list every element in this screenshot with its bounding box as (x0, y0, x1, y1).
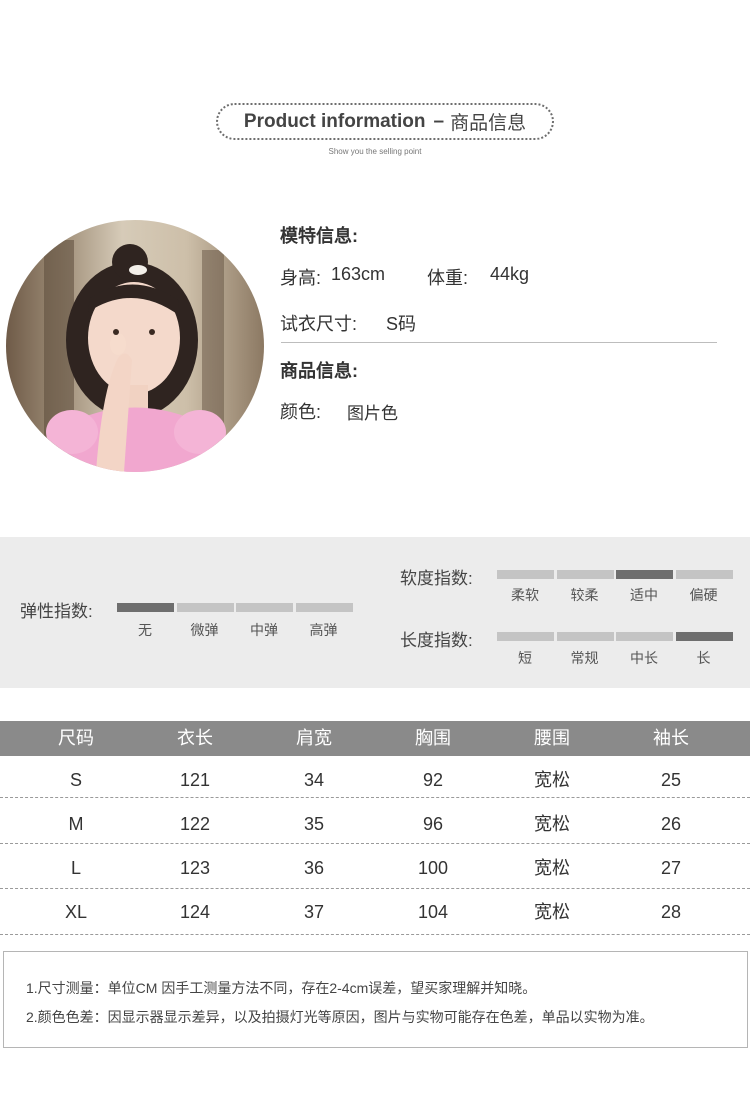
product-info-title: 商品信息: (280, 361, 358, 381)
table-cell-r4-c5: 宽松 (534, 902, 570, 922)
elasticity-index-label: 弹性指数: (20, 602, 93, 621)
section-subtitle: Show you the selling point (328, 147, 422, 156)
length-option-3: 中长 (630, 650, 658, 666)
note-measurement: 1.尺寸测量：单位CM 因手工测量方法不同，存在2-4cm误差，望买家理解并知晓… (26, 980, 537, 996)
table-cell-r2-c6: 26 (660, 814, 682, 834)
table-cell-r3-c5: 宽松 (534, 858, 570, 878)
length-bar-4 (675, 632, 733, 641)
table-row-divider (0, 934, 750, 935)
column-header-3: 肩宽 (296, 728, 332, 748)
size-table-header: 尺码 衣长 肩宽 胸围 腰围 袖长 (0, 721, 750, 756)
length-option-4: 长 (696, 650, 711, 666)
column-header-4: 胸围 (415, 728, 451, 748)
length-bar-2 (556, 632, 614, 641)
title-chinese: 商品信息 (450, 113, 527, 134)
elasticity-bar-4 (295, 603, 353, 612)
table-cell-r4-c4: 104 (417, 902, 449, 922)
table-cell-r4-c3: 37 (303, 902, 325, 922)
table-cell-r1-c2: 121 (179, 770, 211, 790)
table-cell-r1-c6: 25 (660, 770, 682, 790)
table-cell-r2-c2: 122 (179, 814, 211, 834)
softness-index-label: 软度指数: (400, 569, 473, 588)
column-header-6: 袖长 (653, 728, 689, 748)
length-index-label: 长度指数: (400, 631, 473, 650)
table-cell-r4-c1: XL (64, 902, 88, 922)
table-cell-r2-c5: 宽松 (534, 814, 570, 834)
elasticity-option-1: 无 (138, 622, 152, 638)
table-row-divider (0, 797, 750, 798)
elasticity-option-3: 中弹 (250, 622, 278, 638)
table-cell-r3-c1: L (70, 858, 81, 878)
table-cell-r3-c3: 36 (303, 858, 325, 878)
softness-option-3: 适中 (630, 587, 658, 603)
model-height-label: 身高: (280, 268, 322, 288)
notes-box: 1.尺寸测量：单位CM 因手工测量方法不同，存在2-4cm误差，望买家理解并知晓… (3, 951, 748, 1048)
note-color-difference: 2.颜色色差：因显示器显示差异，以及拍摄灯光等原因，图片与实物可能存在色差，单品… (26, 1009, 654, 1025)
title-dash: – (433, 110, 445, 132)
elasticity-option-4: 高弹 (309, 622, 338, 638)
product-color-value: 图片色 (347, 404, 398, 423)
length-bar-1 (497, 632, 554, 641)
table-cell-r1-c4: 92 (422, 770, 444, 790)
table-cell-r2-c4: 96 (422, 814, 444, 834)
info-divider (281, 342, 717, 343)
table-row-divider (0, 888, 750, 889)
title-english: Product information (243, 110, 426, 132)
table-cell-r2-c3: 35 (303, 814, 325, 834)
softness-bar-1 (497, 570, 554, 579)
length-option-2: 常规 (570, 650, 599, 666)
elasticity-bar-2 (176, 603, 234, 612)
table-cell-r3-c4: 100 (417, 858, 449, 878)
table-row-divider (0, 843, 750, 844)
model-height-value: 163cm (331, 264, 386, 284)
softness-option-1: 柔软 (511, 587, 539, 603)
model-size-label: 试衣尺寸: (280, 314, 358, 334)
model-photo-illustration (44, 240, 226, 472)
model-weight-label: 体重: (427, 268, 469, 288)
length-option-1: 短 (518, 650, 532, 666)
elasticity-bar-1 (117, 603, 174, 612)
softness-option-2: 较柔 (570, 587, 599, 603)
elasticity-bar-3 (236, 603, 293, 612)
table-cell-r1-c1: S (69, 770, 82, 790)
product-color-label: 颜色: (280, 402, 322, 422)
table-cell-r1-c5: 宽松 (534, 770, 570, 790)
section-title-pill: Product information – 商品信息 (216, 103, 554, 140)
length-bar-3 (616, 632, 673, 641)
softness-bar-4 (675, 570, 733, 579)
softness-option-4: 偏硬 (689, 587, 718, 603)
softness-bar-2 (556, 570, 614, 579)
model-weight-value: 44kg (490, 264, 530, 284)
column-header-2: 衣长 (177, 728, 213, 748)
model-size-value: S码 (386, 314, 417, 334)
table-cell-r4-c2: 124 (179, 902, 211, 922)
fabric-index-panel: 弹性指数: 软度指数: 长度指数: 无 微弹 中弹 高弹 柔软 较柔 适中 偏硬短 常规 中长 长 (0, 537, 750, 688)
table-cell-r4-c6: 28 (660, 902, 682, 922)
model-avatar (6, 220, 264, 472)
model-info-title: 模特信息: (280, 226, 358, 246)
table-cell-r3-c2: 123 (179, 858, 211, 878)
elasticity-option-2: 微弹 (190, 622, 219, 638)
softness-bar-3 (616, 570, 673, 579)
column-header-5: 腰围 (534, 728, 570, 748)
table-cell-r2-c1: M (68, 814, 84, 834)
column-header-1: 尺码 (58, 728, 94, 748)
table-cell-r3-c6: 27 (660, 858, 682, 878)
table-cell-r1-c3: 34 (303, 770, 325, 790)
